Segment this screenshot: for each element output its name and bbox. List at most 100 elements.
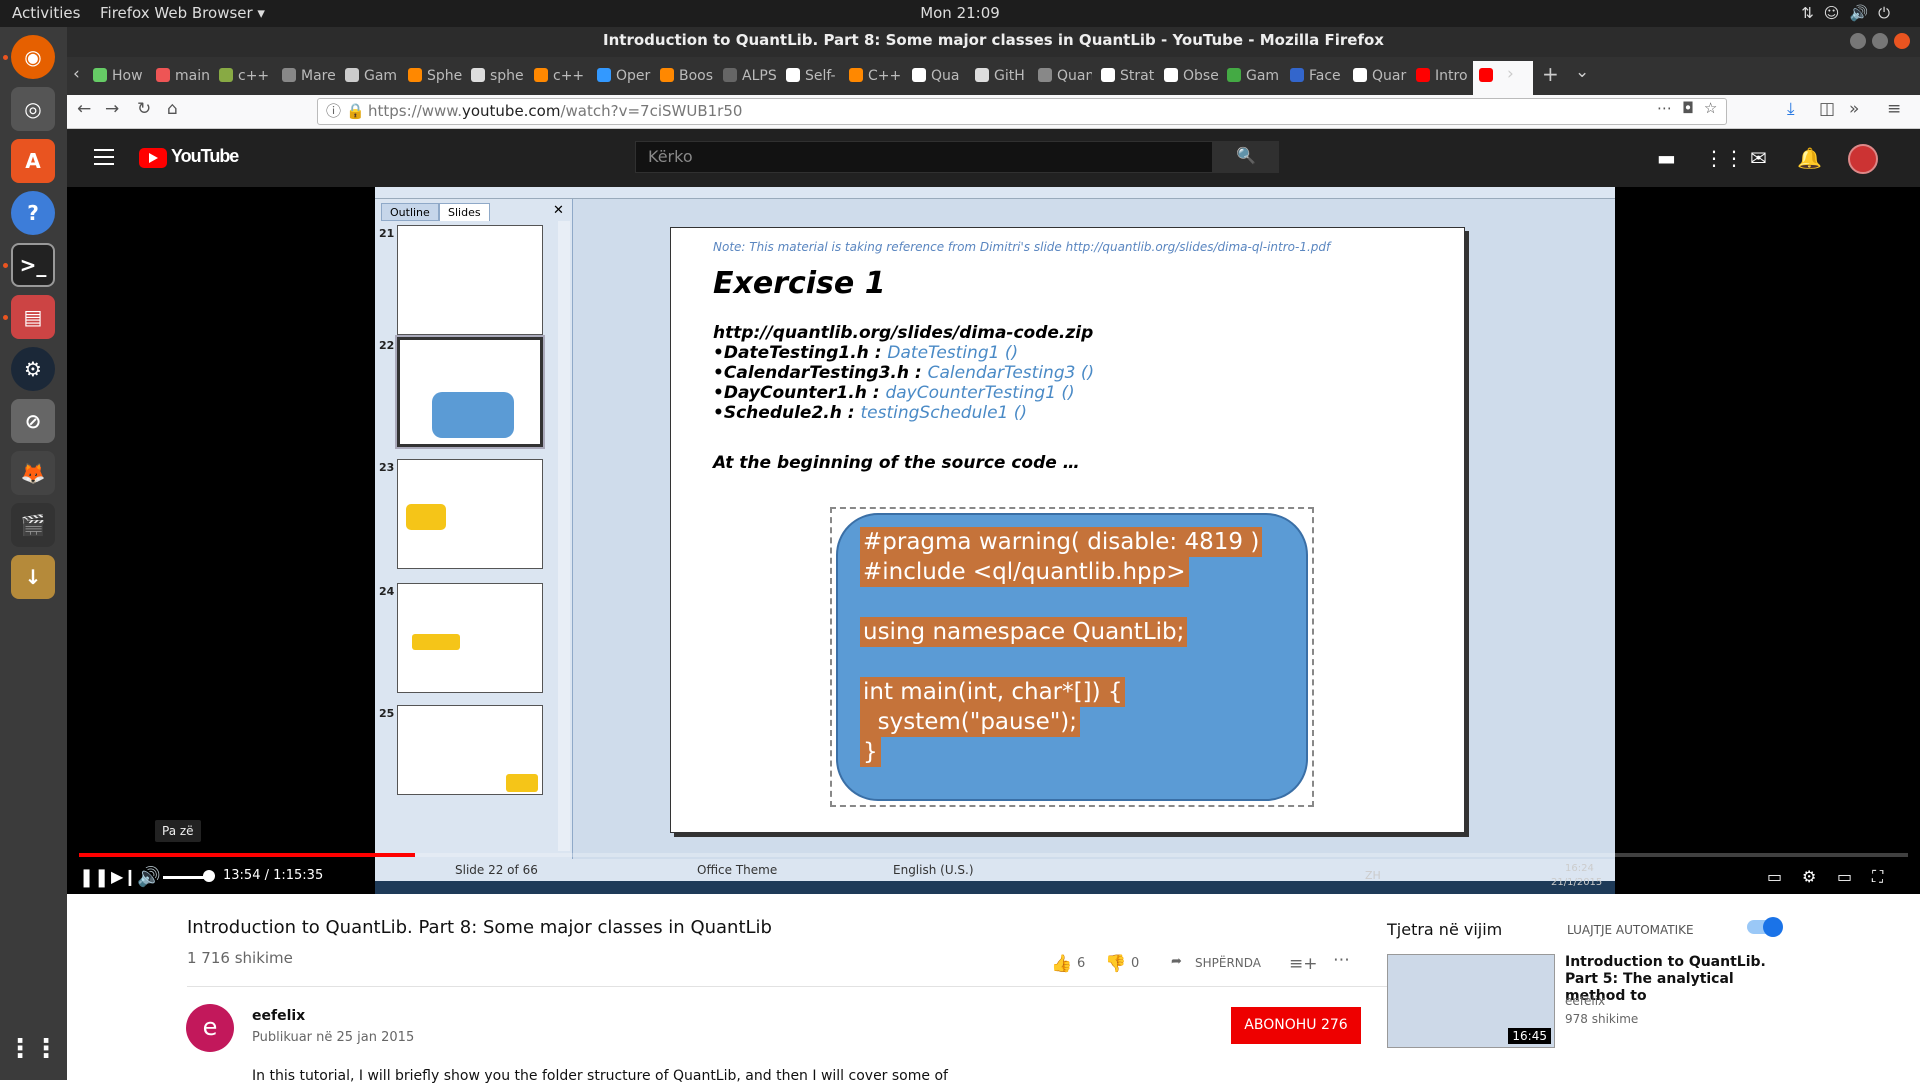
volume-button-icon[interactable]: 🔊 (137, 865, 161, 888)
thumb-number: 25 (379, 707, 395, 720)
browser-tab[interactable]: c++ - (213, 61, 273, 95)
blocked-app-icon[interactable]: ⊘ (11, 399, 55, 443)
item-file: •Schedule2.h : (713, 403, 861, 423)
rhythmbox-icon[interactable]: ◎ (11, 87, 55, 131)
page-actions-icon[interactable]: ⋯ (1657, 99, 1682, 117)
browser-tab[interactable]: MarekK (276, 61, 336, 95)
channel-avatar[interactable]: e (186, 1004, 234, 1052)
forward-icon[interactable]: → (105, 99, 119, 119)
channel-name[interactable]: eefelix (252, 1008, 305, 1024)
steam-icon[interactable]: ⚙ (11, 347, 55, 391)
video-editor-icon[interactable]: 🎬 (11, 503, 55, 547)
apps-grid-icon[interactable]: ⋮⋮ (1704, 146, 1744, 170)
reload-icon[interactable]: ↻ (137, 99, 151, 119)
next-video-thumbnail[interactable]: 16:45 (1387, 954, 1555, 1048)
home-icon[interactable]: ⌂ (167, 99, 178, 119)
subtitles-icon[interactable]: ▭ (1767, 867, 1782, 886)
browser-tab[interactable]: Intro (1410, 61, 1470, 95)
search-input[interactable]: Kërko (635, 141, 1213, 173)
browser-tab[interactable]: Qua (906, 61, 966, 95)
gimp-icon[interactable]: 🦊 (11, 451, 55, 495)
volume-knob[interactable] (203, 870, 215, 882)
next-video-duration: 16:45 (1508, 1028, 1551, 1044)
notifications-bell-icon[interactable]: 🔔 (1797, 146, 1822, 170)
browser-tab[interactable]: Oper (591, 61, 651, 95)
pocket-icon[interactable]: ◘ (1682, 99, 1704, 117)
tab-label: c++ - (238, 68, 273, 84)
app-menu[interactable]: Firefox Web Browser ▾ (100, 4, 265, 22)
menu-icon[interactable]: ≡ (1887, 99, 1901, 119)
fullscreen-icon[interactable]: ⛶ (1872, 867, 1883, 887)
browser-tab[interactable]: Boos (654, 61, 714, 95)
browser-tab[interactable]: Gam (1221, 61, 1281, 95)
minimize-icon[interactable] (1850, 33, 1866, 49)
tab-label: GitH (994, 68, 1025, 84)
account-avatar[interactable] (1848, 144, 1878, 174)
browser-tab[interactable]: How (87, 61, 147, 95)
browser-tab[interactable]: sphe (465, 61, 525, 95)
browser-tab[interactable]: Face (1284, 61, 1344, 95)
search-button[interactable]: 🔍 (1213, 141, 1279, 173)
lock-icon: 🔒 (346, 102, 365, 120)
system-tray[interactable]: ⇅☺🔊⏻ (1801, 4, 1900, 22)
downloads-icon[interactable]: ↓ (11, 555, 55, 599)
theater-mode-icon[interactable]: ▭ (1837, 867, 1852, 886)
more-actions-icon[interactable]: ⋯ (1333, 950, 1350, 970)
dislike-icon[interactable]: 👎 (1105, 954, 1126, 974)
youtube-brand[interactable]: YouTube (171, 146, 239, 167)
pane-scrollbar (558, 221, 570, 851)
browser-tab[interactable]: GitH (969, 61, 1029, 95)
subscribe-button[interactable]: ABONOHU 276 (1231, 1007, 1361, 1044)
autoplay-toggle[interactable] (1747, 917, 1783, 937)
browser-tab[interactable]: Quar (1347, 61, 1407, 95)
back-icon[interactable]: ← (77, 99, 91, 119)
share-button[interactable]: SHPËRNDA (1195, 956, 1261, 970)
autoplay-label: LUAJTJE AUTOMATIKE (1567, 923, 1694, 937)
video-player[interactable]: Outline Slides ✕ 21 22 23 24 25 Note: Th… (67, 187, 1920, 894)
share-icon[interactable]: ➦ (1171, 954, 1182, 969)
next-video-icon[interactable]: ▶❙ (111, 867, 137, 886)
downloads-toolbar-icon[interactable]: ⤓ (1787, 99, 1795, 119)
sidebar-icon[interactable]: ◫ (1819, 99, 1835, 119)
add-to-playlist-icon[interactable]: ≡+ (1289, 954, 1318, 974)
browser-tab[interactable]: ALPS - A (717, 61, 777, 95)
browser-tab[interactable]: c++ - (528, 61, 588, 95)
help-icon[interactable]: ? (11, 191, 55, 235)
browser-tab[interactable]: Gam (339, 61, 399, 95)
maximize-icon[interactable] (1872, 33, 1888, 49)
messages-icon[interactable]: ✉ (1750, 146, 1767, 170)
browser-tab[interactable]: C++ I (843, 61, 903, 95)
bookmark-star-icon[interactable]: ☆ (1704, 99, 1727, 117)
show-apps-icon[interactable]: ⋮⋮ (7, 1027, 59, 1071)
tab-label: main (175, 68, 210, 84)
file-manager-icon[interactable]: ▤ (11, 295, 55, 339)
youtube-logo-icon[interactable] (139, 148, 167, 168)
settings-gear-icon[interactable]: ⚙ (1802, 867, 1816, 886)
like-icon[interactable]: 👍 (1051, 954, 1072, 974)
tabs-scroll-right-icon[interactable]: › (1507, 64, 1514, 84)
site-info-icon[interactable]: ⓘ (326, 99, 341, 124)
url-bar[interactable]: ⓘ 🔒 https://www.youtube.com/watch?v=7ciS… (317, 98, 1727, 125)
browser-tab[interactable]: QuantLi (1032, 61, 1092, 95)
system-clock[interactable]: Mon 21:09 (920, 4, 1000, 22)
browser-tab[interactable]: Sphe (402, 61, 462, 95)
terminal-icon[interactable]: >_ (11, 243, 55, 287)
browser-tab[interactable]: Self- (780, 61, 840, 95)
browser-tab[interactable] (1473, 61, 1533, 95)
pause-icon[interactable]: ❚❚ (79, 867, 109, 888)
all-tabs-icon[interactable]: ⌄ (1575, 62, 1589, 82)
tabs-scroll-left-icon[interactable]: ‹ (73, 64, 80, 84)
firefox-icon[interactable]: ◉ (11, 35, 55, 79)
hamburger-menu-icon[interactable] (94, 149, 114, 165)
next-video-channel: eefelix (1565, 994, 1606, 1008)
overflow-icon[interactable]: » (1849, 99, 1859, 119)
upload-video-icon[interactable]: ▬ (1657, 146, 1676, 170)
video-frame[interactable]: Outline Slides ✕ 21 22 23 24 25 Note: Th… (375, 187, 1615, 894)
new-tab-icon[interactable]: + (1542, 62, 1559, 86)
software-center-icon[interactable]: A (11, 139, 55, 183)
browser-tab[interactable]: main (150, 61, 210, 95)
browser-tab[interactable]: Strat (1095, 61, 1155, 95)
browser-tab[interactable]: Obse (1158, 61, 1218, 95)
close-icon[interactable] (1894, 33, 1910, 49)
activities-button[interactable]: Activities (12, 4, 80, 22)
